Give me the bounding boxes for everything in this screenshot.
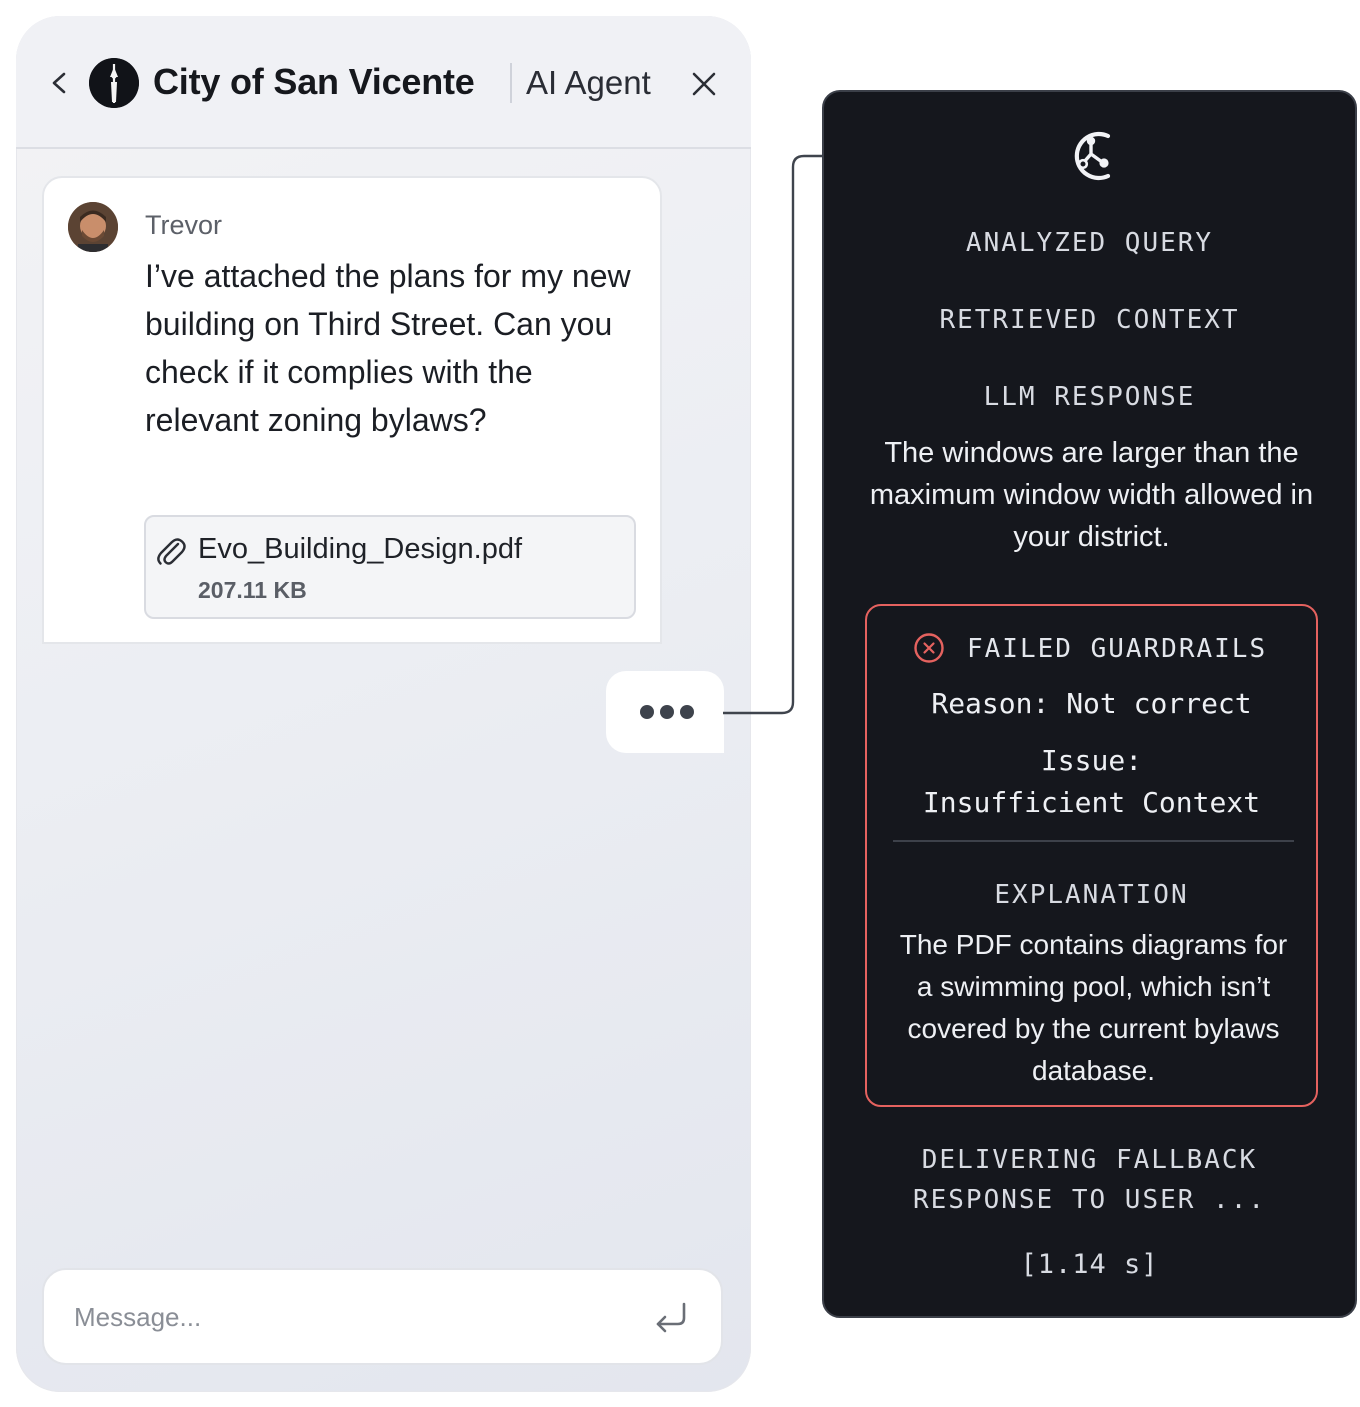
enter-icon xyxy=(656,1302,686,1333)
file-attachment[interactable]: Evo_Building_Design.pdf 207.11 KB xyxy=(144,515,636,619)
message-text: I’ve attached the plans for my new build… xyxy=(145,258,631,438)
avatar xyxy=(68,202,118,252)
chat-header: City of San Vicente AI Agent xyxy=(16,16,751,149)
city-logo-icon xyxy=(89,58,139,108)
typing-indicator[interactable] xyxy=(606,671,724,753)
paperclip-icon xyxy=(156,535,186,567)
header-divider xyxy=(510,63,512,103)
explanation-text: The PDF contains diagrams for a swimming… xyxy=(899,929,1288,1086)
guardrail-header: FAILED GUARDRAILS xyxy=(867,632,1316,668)
close-icon xyxy=(692,72,716,96)
guardrail-title: FAILED GUARDRAILS xyxy=(967,634,1268,664)
error-x-icon xyxy=(913,632,945,664)
timing-label: [1.14 s] xyxy=(1020,1249,1159,1280)
back-button[interactable] xyxy=(44,66,72,100)
guardrail-divider xyxy=(893,840,1294,842)
step-analyzed-query: ANALYZED QUERY xyxy=(965,228,1214,258)
user-message: Trevor I’ve attached the plans for my ne… xyxy=(42,176,662,644)
trace-logo-icon xyxy=(1062,124,1120,188)
message-input[interactable] xyxy=(74,1296,614,1338)
file-size: 207.11 KB xyxy=(198,577,307,603)
issue-value: Insufficient Context xyxy=(922,786,1261,819)
close-button[interactable] xyxy=(688,68,720,100)
chevron-left-icon xyxy=(52,72,66,94)
connector-line xyxy=(723,154,824,715)
org-name: City of San Vicente xyxy=(153,61,475,102)
agent-trace-panel: ANALYZED QUERY RETRIEVED CONTEXT LLM RES… xyxy=(822,90,1357,1318)
llm-response-text: The windows are larger than the maximum … xyxy=(869,437,1314,553)
guardrail-issue: Issue: Insufficient Context xyxy=(867,740,1316,824)
issue-label: Issue: xyxy=(1040,744,1143,777)
send-button[interactable] xyxy=(650,1298,690,1338)
fallback-status: DELIVERING FALLBACK RESPONSE TO USER ... xyxy=(824,1140,1355,1220)
sender-name: Trevor xyxy=(145,210,223,240)
step-retrieved-context: RETRIEVED CONTEXT xyxy=(939,305,1240,335)
fallback-line-2: RESPONSE TO USER ... xyxy=(912,1185,1267,1215)
guardrail-failure-box: FAILED GUARDRAILS Reason: Not correct Is… xyxy=(865,604,1318,1107)
explanation-title: EXPLANATION xyxy=(994,880,1189,910)
message-composer xyxy=(42,1268,723,1365)
agent-label: AI Agent xyxy=(526,64,651,101)
guardrail-reason: Reason: Not correct xyxy=(931,687,1252,720)
step-llm-response: LLM RESPONSE xyxy=(983,382,1196,412)
typing-dot xyxy=(680,705,694,719)
fallback-line-1: DELIVERING FALLBACK xyxy=(921,1145,1258,1175)
typing-dot xyxy=(640,705,654,719)
typing-dot xyxy=(660,705,674,719)
file-name: Evo_Building_Design.pdf xyxy=(198,533,523,565)
chat-window: City of San Vicente AI Agent Trevor I’ve… xyxy=(16,16,751,1392)
